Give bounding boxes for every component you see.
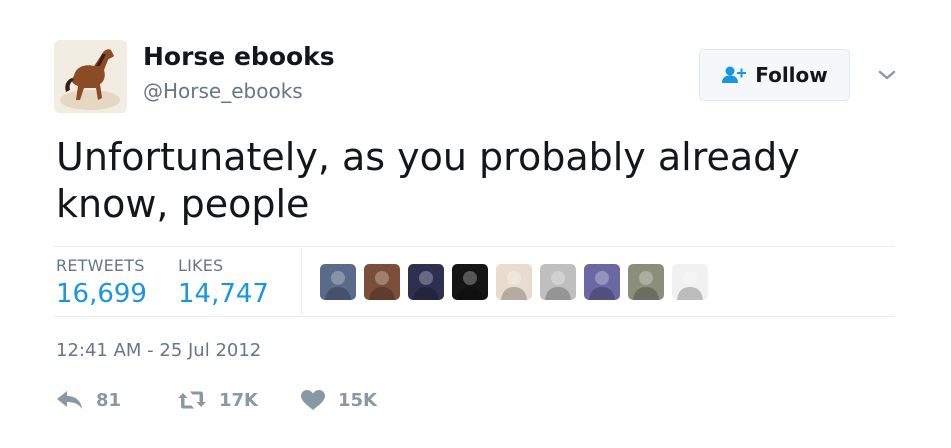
liker-avatar-2[interactable]: [364, 264, 400, 300]
heart-icon: [301, 390, 325, 410]
author-handle[interactable]: @Horse_ebooks: [143, 79, 303, 103]
retweet-count: 17K: [219, 389, 258, 411]
more-options-button[interactable]: [876, 64, 898, 86]
liker-avatar-9[interactable]: [672, 264, 708, 300]
liker-avatar-4[interactable]: [452, 264, 488, 300]
user-avatar-icon: [501, 271, 527, 300]
chevron-down-icon: [878, 70, 896, 80]
reply-count: 81: [96, 389, 122, 411]
liker-avatar-7[interactable]: [584, 264, 620, 300]
stats-top-divider: [54, 246, 895, 247]
horse-photo-avatar-icon: [54, 40, 127, 113]
liker-avatar-3[interactable]: [408, 264, 444, 300]
like-button[interactable]: 15K: [300, 386, 377, 414]
retweets-value: 16,699: [56, 279, 147, 309]
stats-vertical-divider: [301, 248, 302, 314]
user-avatar-icon: [677, 271, 703, 300]
retweets-label: RETWEETS: [56, 256, 145, 275]
follow-button-label: Follow: [755, 63, 828, 87]
liker-avatar-5[interactable]: [496, 264, 532, 300]
reply-icon: [57, 391, 82, 409]
retweets-stat[interactable]: RETWEETS 16,699: [56, 256, 147, 309]
follow-button[interactable]: Follow: [699, 49, 850, 101]
likes-value: 14,747: [178, 279, 269, 309]
likes-stat[interactable]: LIKES 14,747: [178, 256, 269, 309]
stats-bottom-divider: [54, 316, 895, 317]
user-avatar-icon: [633, 271, 659, 300]
like-count: 15K: [338, 389, 377, 411]
author-name[interactable]: Horse ebooks: [143, 42, 335, 71]
user-avatar-icon: [325, 271, 351, 300]
liker-avatar-8[interactable]: [628, 264, 664, 300]
user-avatar-icon: [413, 271, 439, 300]
user-avatar-icon: [457, 271, 483, 300]
user-avatar-icon: [545, 271, 571, 300]
user-avatar-icon: [589, 271, 615, 300]
liker-avatar-6[interactable]: [540, 264, 576, 300]
author-avatar[interactable]: [54, 40, 127, 113]
reply-button[interactable]: 81: [56, 386, 121, 414]
liker-avatars: [320, 264, 708, 300]
liker-avatar-1[interactable]: [320, 264, 356, 300]
add-user-icon: [722, 66, 747, 83]
user-avatar-icon: [369, 271, 395, 300]
retweet-icon: [178, 391, 206, 409]
likes-label: LIKES: [178, 256, 224, 275]
tweet-timestamp[interactable]: 12:41 AM - 25 Jul 2012: [56, 340, 261, 361]
tweet-text: Unfortunately, as you probably already k…: [56, 135, 800, 226]
retweet-button[interactable]: 17K: [177, 386, 258, 414]
